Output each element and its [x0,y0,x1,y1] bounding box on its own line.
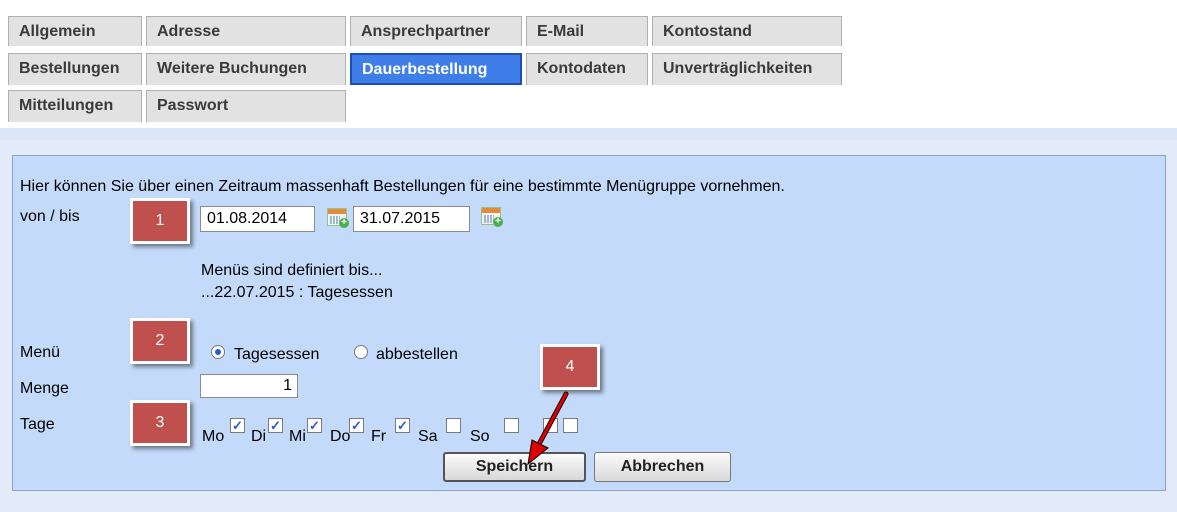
tab-mitteilungen[interactable]: Mitteilungen [8,90,142,122]
checkbox-do[interactable]: ✓ [349,418,364,433]
checkbox-so[interactable] [504,418,519,433]
red-arrow-icon [527,391,569,466]
checkbox-mi[interactable]: ✓ [307,418,322,433]
radio-tagesessen-label: Tagesessen [234,346,320,363]
menu-label: Menü [20,344,61,361]
day-sa-label: Sa [418,428,438,445]
tab-passwort[interactable]: Passwort [146,90,346,122]
intro-text: Hier können Sie über einen Zeitraum mass… [20,178,785,195]
checkbox-mo[interactable]: ✓ [230,418,245,433]
checkbox-sa[interactable] [446,418,461,433]
annotation-marker-2: 2 [130,318,190,364]
annotation-marker-4: 4 [540,344,600,390]
day-fr-label: Fr [371,428,387,445]
day-mo-label: Mo [202,428,225,445]
tab-allgemein[interactable]: Allgemein [8,16,142,46]
quantity-label: Menge [20,380,69,397]
day-so-label: So [470,428,490,445]
menus-defined-date: ...22.07.2015 : Tagesessen [201,284,393,301]
date-to-input[interactable] [353,206,470,232]
calendar-add-icon[interactable]: + [327,208,349,228]
calendar-add-icon[interactable]: + [481,207,503,227]
checkbox-fr[interactable]: ✓ [395,418,410,433]
tab-kontostand[interactable]: Kontostand [652,16,842,46]
checkbox-di[interactable]: ✓ [268,418,283,433]
date-from-input[interactable] [200,206,315,232]
radio-tagesessen[interactable] [211,345,225,359]
annotation-marker-1: 1 [130,198,190,244]
menus-defined-text: Menüs sind definiert bis... [201,262,383,279]
day-mi-label: Mi [289,428,306,445]
tab-separator [0,128,1177,140]
day-do-label: Do [330,428,351,445]
day-di-label: Di [251,428,267,445]
tab-email[interactable]: E-Mail [526,16,648,46]
tab-dauerbestellung[interactable]: Dauerbestellung [350,53,522,85]
tab-adresse[interactable]: Adresse [146,16,346,46]
annotation-marker-3: 3 [130,400,190,446]
tab-kontodaten[interactable]: Kontodaten [526,53,648,85]
days-label: Tage [20,416,55,433]
quantity-input[interactable] [200,374,298,398]
period-label: von / bis [20,208,80,225]
radio-abbestellen-label: abbestellen [376,346,458,363]
tab-bestellungen[interactable]: Bestellungen [8,53,142,85]
radio-abbestellen[interactable] [354,345,368,359]
tab-weitere-buchungen[interactable]: Weitere Buchungen [146,53,346,85]
tab-bar: Allgemein Adresse Ansprechpartner E-Mail… [0,0,1177,130]
tab-unvertraeglichkeiten[interactable]: Unverträglichkeiten [652,53,842,85]
cancel-button[interactable]: Abbrechen [594,452,731,482]
tab-ansprechpartner[interactable]: Ansprechpartner [350,16,522,46]
